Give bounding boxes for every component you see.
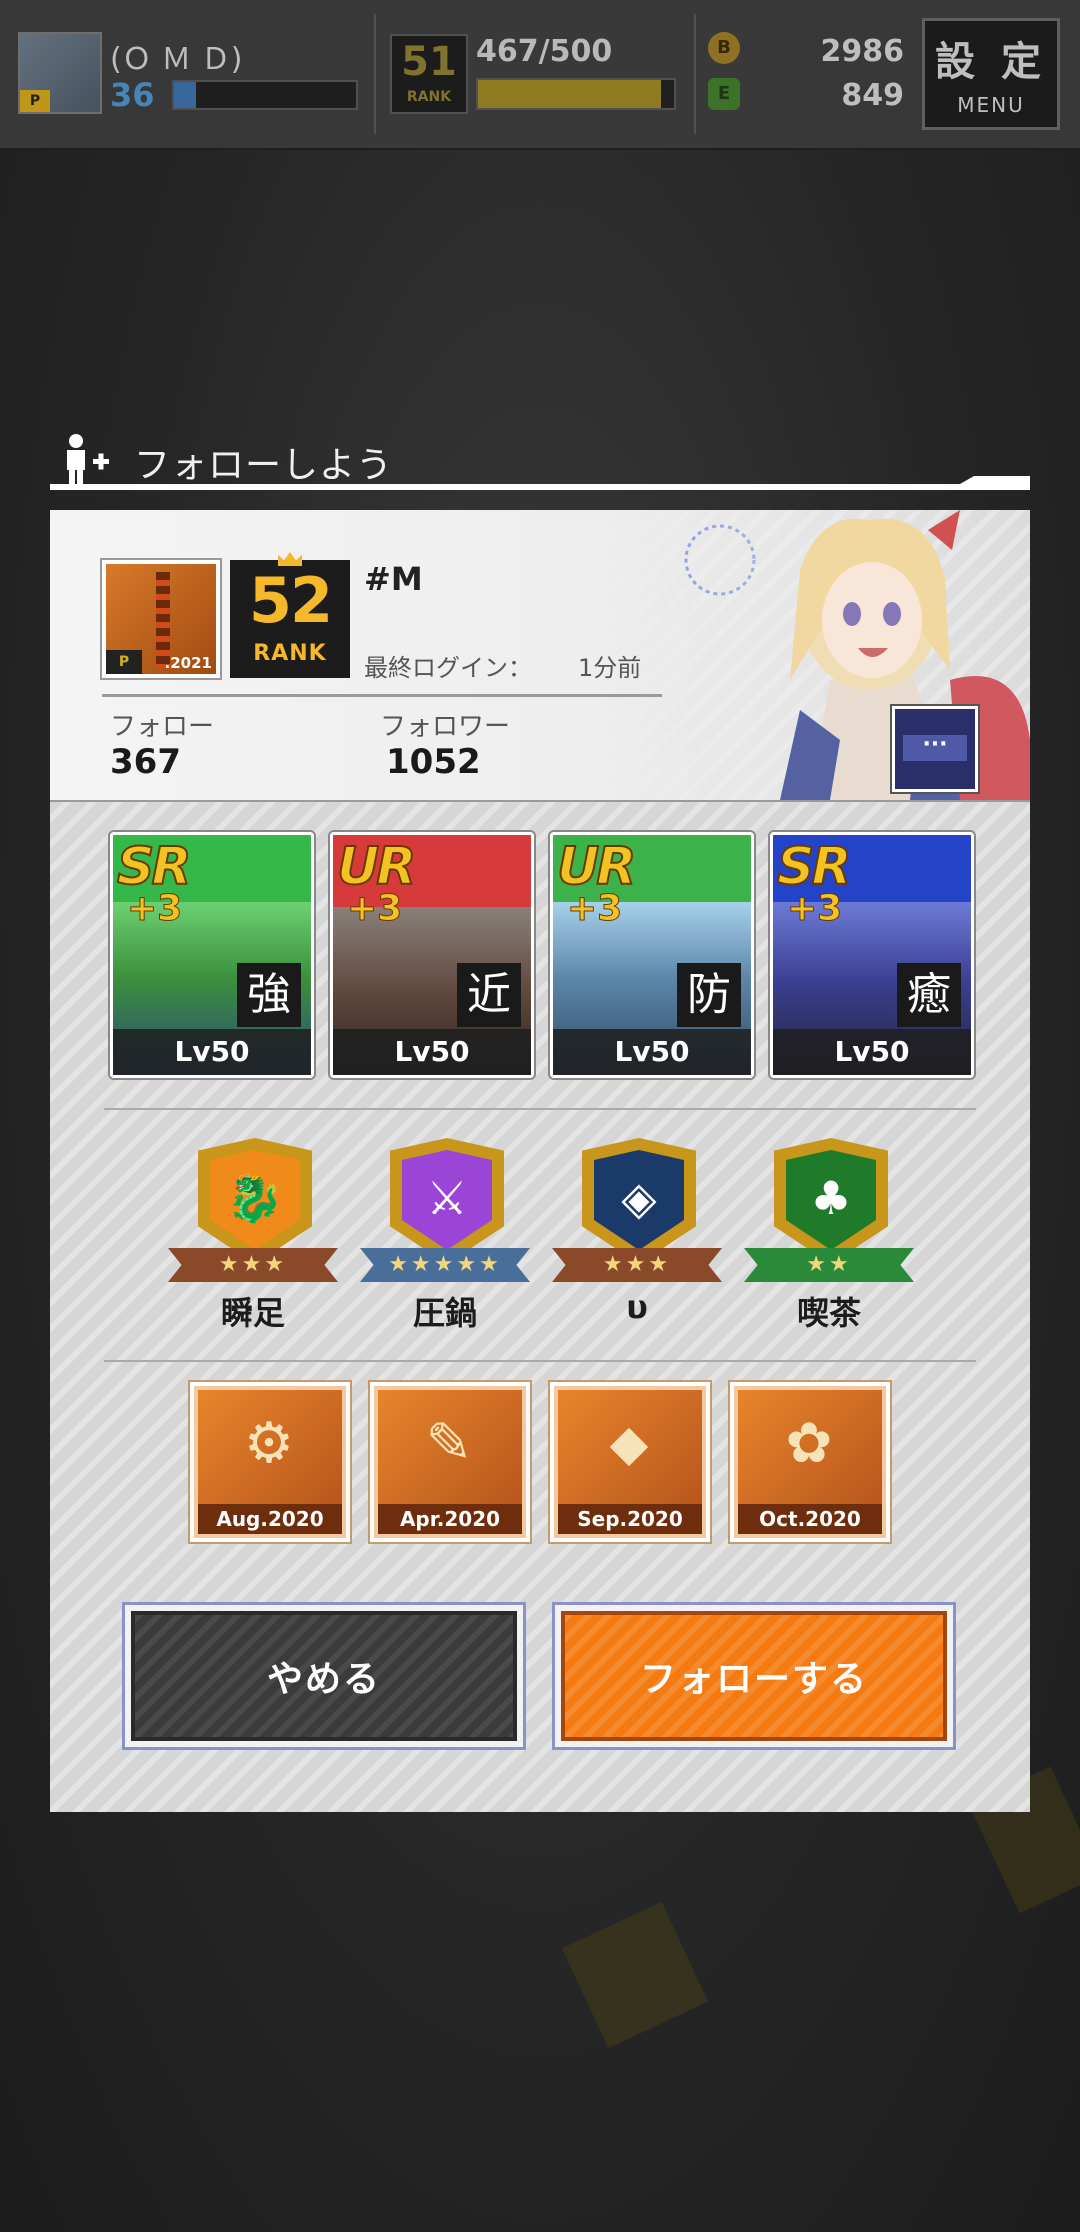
- green-currency-icon: E: [708, 78, 740, 110]
- badge-label: 圧鍋: [412, 1294, 477, 1332]
- card-role: 強: [237, 963, 301, 1027]
- badge-label: 瞬足: [220, 1294, 285, 1332]
- card-rarity: UR: [336, 837, 417, 897]
- player-level: 36: [110, 76, 155, 114]
- rank-badge: 51 RANK: [390, 34, 468, 114]
- p-badge: P: [20, 90, 50, 112]
- event-medal[interactable]: ✿ Oct.2020: [730, 1382, 890, 1542]
- menu-label: MENU: [957, 93, 1025, 117]
- follower-count: 1052: [386, 742, 481, 782]
- medal-date: Aug.2020: [198, 1504, 342, 1534]
- gold-coin-amount: 2986: [820, 34, 905, 69]
- deck-card[interactable]: SR +3 強 Lv50: [110, 832, 314, 1078]
- header-underline: [50, 484, 1030, 490]
- badge-stars: ★★★: [168, 1248, 338, 1282]
- rank-label: RANK: [406, 89, 452, 105]
- title-badge[interactable]: 🐉 ★★★ 瞬足: [168, 1138, 338, 1338]
- card-plus: +3: [566, 888, 623, 929]
- title-badge[interactable]: ◈ ★★★ υ: [552, 1138, 722, 1338]
- card-rarity: SR: [116, 837, 192, 897]
- divider: [374, 14, 376, 134]
- more-icon: ···: [903, 734, 967, 761]
- medal-date: Oct.2020: [738, 1504, 882, 1534]
- level-progress-bar: [172, 80, 358, 110]
- card-role: 防: [677, 963, 741, 1027]
- exp-value: 467/500: [476, 34, 613, 69]
- more-options-button[interactable]: ···: [892, 706, 978, 792]
- header-accent: [960, 476, 1030, 484]
- green-currency-amount: 849: [841, 78, 904, 113]
- card-level: Lv50: [553, 1029, 751, 1075]
- card-role: 癒: [897, 963, 961, 1027]
- profile-rank-number: 52: [248, 564, 333, 637]
- badge-stars: ★★★★★: [360, 1248, 530, 1282]
- follow-button-label: フォローする: [561, 1611, 947, 1741]
- event-medal[interactable]: ⚙ Aug.2020: [190, 1382, 350, 1542]
- medal-date: Apr.2020: [378, 1504, 522, 1534]
- card-rarity: SR: [776, 837, 852, 897]
- divider: [102, 694, 662, 697]
- rank-number: 51: [401, 39, 457, 85]
- document-pen-icon: ✎: [425, 1411, 473, 1476]
- cancel-button-label: やめる: [131, 1611, 517, 1741]
- card-plus: +3: [786, 888, 843, 929]
- gold-coin-icon: B: [708, 32, 740, 64]
- card-plus: +3: [346, 888, 403, 929]
- player-name: (Ｏ Ｍ Ｄ): [110, 42, 243, 77]
- profile-player-name: #M: [364, 560, 423, 598]
- badge-stars: ★★★: [552, 1248, 722, 1282]
- card-rarity: UR: [556, 837, 637, 897]
- medal-date: Sep.2020: [558, 1504, 702, 1534]
- dialog-title: フォローしよう: [134, 445, 394, 486]
- avatar-year: .2021: [164, 654, 212, 672]
- follow-count: 367: [110, 742, 181, 782]
- follow-dialog: P .2021 52 RANK #M 最終ログイン： 1分前 フォロー 367 …: [50, 510, 1030, 1812]
- profile-avatar: P .2021: [102, 560, 220, 678]
- follower-label: フォロワー: [380, 712, 511, 742]
- last-login-label: 最終ログイン：: [364, 654, 532, 682]
- event-medal[interactable]: ✎ Apr.2020: [370, 1382, 530, 1542]
- exp-progress-bar: [476, 78, 676, 110]
- profile-rank-label: RANK: [253, 641, 327, 666]
- settings-menu-button[interactable]: 設 定 MENU: [922, 18, 1060, 130]
- badge-label: υ: [626, 1288, 648, 1326]
- deck-card[interactable]: UR +3 防 Lv50: [550, 832, 754, 1078]
- background-decoration: [561, 1901, 709, 2049]
- card-plus: +3: [126, 888, 183, 929]
- divider: [50, 800, 1030, 802]
- divider: [694, 14, 696, 134]
- deck-card[interactable]: UR +3 近 Lv50: [330, 832, 534, 1078]
- divider: [104, 1360, 976, 1362]
- title-badge[interactable]: ♣ ★★ 喫茶: [744, 1138, 914, 1338]
- title-badge[interactable]: ⚔ ★★★★★ 圧鍋: [360, 1138, 530, 1338]
- card-level: Lv50: [773, 1029, 971, 1075]
- coffin-icon: ⬥: [609, 1411, 649, 1476]
- spool-icon: ⚙: [243, 1411, 295, 1476]
- add-user-icon: [67, 434, 109, 484]
- profile-rank-badge: 52 RANK: [230, 552, 350, 678]
- top-status-bar: P (Ｏ Ｍ Ｄ) 36 51 RANK 467/500 B E 2986 84…: [0, 0, 1080, 150]
- dialog-header: フォローしよう: [50, 428, 1030, 490]
- deck-card[interactable]: SR +3 癒 Lv50: [770, 832, 974, 1078]
- badge-label: 喫茶: [796, 1294, 861, 1332]
- badge-stars: ★★: [744, 1248, 914, 1282]
- card-level: Lv50: [113, 1029, 311, 1075]
- player-avatar[interactable]: P: [18, 32, 102, 114]
- cancel-button[interactable]: やめる: [122, 1602, 526, 1750]
- last-login-value: 1分前: [578, 654, 642, 682]
- event-medal[interactable]: ⬥ Sep.2020: [550, 1382, 710, 1542]
- follow-button[interactable]: フォローする: [552, 1602, 956, 1750]
- divider: [104, 1108, 976, 1110]
- follow-label: フォロー: [110, 712, 215, 742]
- p-badge: P: [106, 650, 142, 674]
- cotton-flower-icon: ✿: [785, 1411, 833, 1476]
- card-role: 近: [457, 963, 521, 1027]
- menu-label-kanji: 設 定: [935, 39, 1047, 85]
- card-level: Lv50: [333, 1029, 531, 1075]
